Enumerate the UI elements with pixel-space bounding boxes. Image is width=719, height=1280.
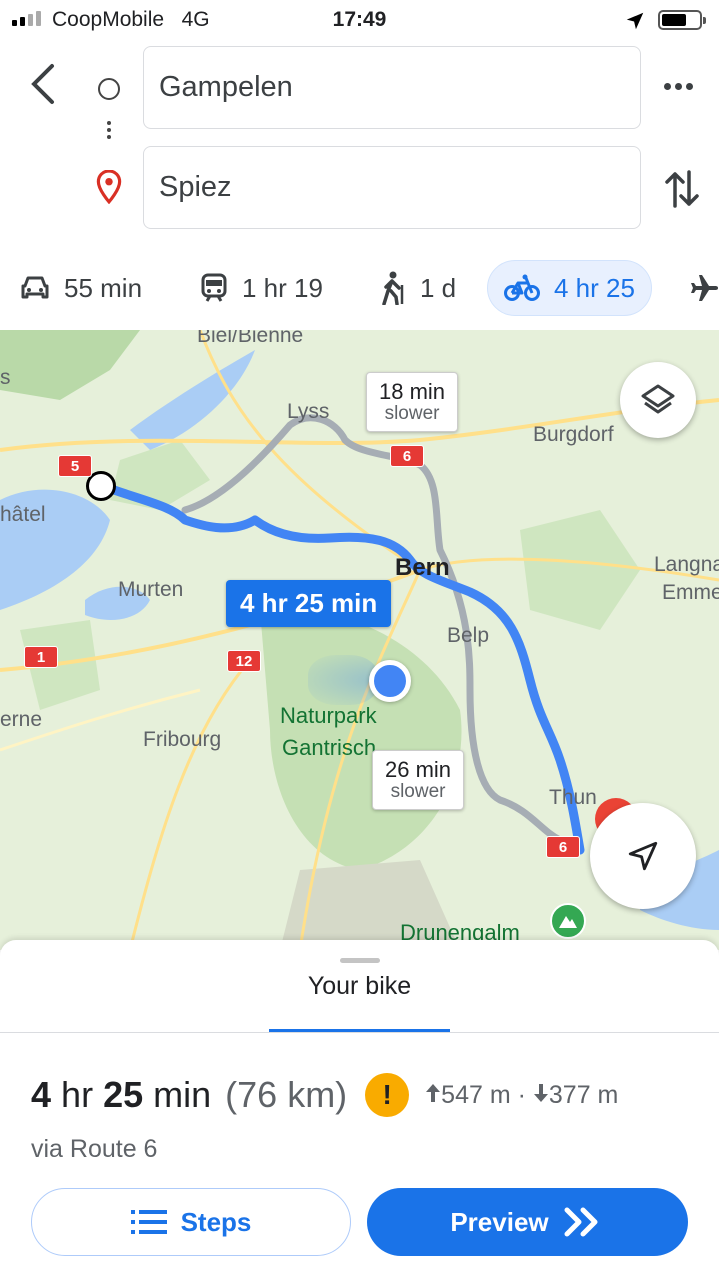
- elevation-summary: 547 m · 377 m: [425, 1081, 618, 1110]
- route-duration-label[interactable]: 4 hr 25 min: [226, 580, 392, 627]
- divider: [0, 1032, 719, 1033]
- plane-icon: [691, 275, 718, 301]
- hours-unit: hr: [61, 1074, 94, 1115]
- place-label: Naturpark: [280, 703, 377, 728]
- place-label: Emme: [662, 581, 719, 604]
- sheet-drag-handle[interactable]: [340, 958, 380, 963]
- road-shield: 6: [546, 836, 580, 858]
- list-icon: [130, 1210, 167, 1234]
- recenter-button[interactable]: [590, 803, 696, 909]
- mode-drive-label: 55 min: [64, 272, 143, 303]
- mode-transit[interactable]: 1 hr 19: [200, 260, 323, 316]
- steps-button[interactable]: Steps: [31, 1188, 351, 1256]
- road-shield: 5: [58, 455, 92, 477]
- mode-walk[interactable]: 1 d: [380, 260, 456, 316]
- route-details-sheet[interactable]: Your bike 4 hr 25 min (76 km) ! 547 m · …: [0, 940, 719, 1280]
- place-label: erne: [0, 708, 43, 731]
- mode-bike-label: 4 hr 25: [554, 272, 635, 303]
- alt-route-time: 18 min: [379, 379, 446, 404]
- alt-route-note: slower: [384, 403, 440, 424]
- alt-route-callout[interactable]: 26 min slower: [372, 750, 465, 810]
- minutes-unit: min: [153, 1074, 212, 1115]
- duration-minutes: 25: [103, 1074, 144, 1115]
- ascent-value: 547 m: [441, 1080, 511, 1109]
- origin-circle-icon: [98, 78, 120, 100]
- navigation-arrow-icon: [628, 841, 658, 871]
- back-arrow-icon[interactable]: [26, 62, 60, 106]
- ascent-arrow-icon: [426, 1083, 441, 1102]
- bike-icon: [504, 274, 540, 301]
- park-icon: [550, 903, 586, 939]
- map-view[interactable]: Biel/Bienne Lyss Burgdorf hâtel Murten B…: [0, 330, 719, 950]
- place-label: Bern: [395, 554, 450, 581]
- train-icon: [201, 273, 227, 302]
- battery-icon: [658, 10, 706, 30]
- clock: 17:49: [332, 8, 387, 31]
- place-label: s: [0, 366, 11, 389]
- elevation-separator: ·: [517, 1080, 526, 1109]
- status-bar: CoopMobile 4G 17:49: [0, 0, 719, 40]
- current-location-dot: [369, 660, 411, 702]
- mode-transit-label: 1 hr 19: [242, 272, 323, 303]
- place-label: Burgdorf: [533, 423, 614, 446]
- more-icon[interactable]: [664, 83, 693, 90]
- origin-input[interactable]: Gampelen: [143, 46, 641, 129]
- double-chevron-icon: [564, 1207, 598, 1237]
- place-label: hâtel: [0, 503, 46, 526]
- place-label: Thun: [549, 786, 597, 809]
- car-icon: [21, 276, 49, 299]
- preview-label: Preview: [450, 1206, 549, 1237]
- mode-flight[interactable]: [690, 260, 719, 316]
- location-arrow-icon: [626, 12, 644, 30]
- mode-drive[interactable]: 55 min: [20, 260, 142, 316]
- place-label: Langna: [654, 553, 719, 576]
- duration-hours: 4: [31, 1074, 52, 1115]
- directions-header: Gampelen Spiez: [0, 40, 719, 245]
- swap-icon[interactable]: [664, 168, 700, 210]
- travel-mode-bar: 55 min 1 hr 19 1 d 4 hr 25: [0, 260, 719, 316]
- place-label: Murten: [118, 578, 184, 601]
- current-location-halo: [308, 655, 378, 705]
- road-shield: 1: [24, 646, 58, 668]
- place-label: Fribourg: [143, 728, 222, 751]
- preview-button[interactable]: Preview: [367, 1188, 688, 1256]
- road-shield: 12: [227, 650, 261, 672]
- destination-pin-icon: [96, 170, 122, 204]
- mode-walk-label: 1 d: [420, 272, 457, 303]
- warning-icon[interactable]: !: [365, 1073, 410, 1117]
- route-dots-icon: [107, 118, 111, 142]
- route-via: via Route 6: [31, 1135, 158, 1163]
- layers-icon: [641, 384, 675, 414]
- place-label: Gantrisch: [282, 735, 377, 760]
- walking-icon: [382, 271, 404, 305]
- steps-label: Steps: [180, 1206, 252, 1237]
- road-shield: 6: [390, 445, 424, 467]
- route-distance: (76 km): [225, 1074, 348, 1115]
- layers-button[interactable]: [620, 362, 696, 438]
- mode-bike[interactable]: 4 hr 25: [487, 260, 652, 316]
- descent-arrow-icon: [533, 1083, 548, 1102]
- place-label: Belp: [447, 624, 490, 647]
- alt-route-callout[interactable]: 18 min slower: [366, 372, 459, 432]
- tab-your-bike[interactable]: Your bike: [0, 972, 719, 1001]
- destination-input[interactable]: Spiez: [143, 146, 641, 229]
- descent-value: 377 m: [548, 1080, 619, 1109]
- alt-route-note: slower: [390, 781, 446, 802]
- place-label: Lyss: [287, 400, 330, 423]
- place-label: Biel/Bienne: [197, 330, 304, 347]
- route-summary: 4 hr 25 min (76 km) ! 547 m · 377 m: [31, 1073, 618, 1117]
- alt-route-time: 26 min: [385, 757, 452, 782]
